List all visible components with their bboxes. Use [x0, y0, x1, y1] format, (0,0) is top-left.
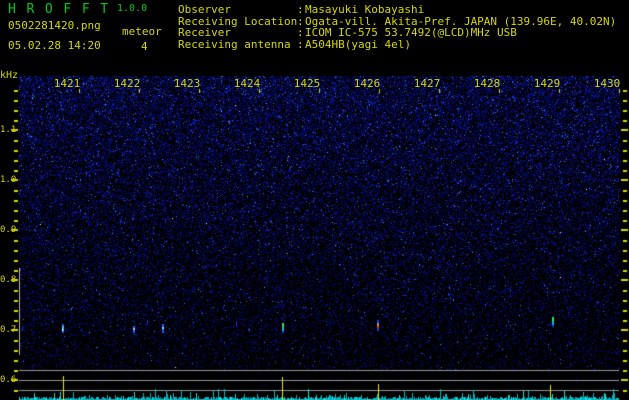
info-separator: : — [297, 3, 304, 17]
info-value: Ogata-vill. Akita-Pref. JAPAN (139.96E, … — [305, 14, 617, 28]
time-tick-label: 1427 — [413, 77, 441, 90]
info-row: Receiver: ICOM IC-575 53.7492(@LCD)MHz US… — [178, 27, 616, 39]
time-tick-label: 1424 — [233, 77, 261, 90]
time-tick-label: 1429 — [533, 77, 561, 90]
frequency-tick-label: 0.6 — [0, 375, 17, 385]
frequency-tick-label: 1.1 — [0, 125, 17, 135]
time-tick-label: 1428 — [473, 77, 501, 90]
hrofft-output-window: H R O F F T 1.0.0 0502281420.png meteor … — [0, 0, 629, 400]
info-label: Receiving antenna — [178, 37, 291, 51]
frequency-tick-label: 0.8 — [0, 275, 17, 285]
mode-label: meteor — [122, 25, 162, 38]
info-row: Receiving antenna: A504HB(yagi 4el) — [178, 39, 616, 51]
app-version: 1.0.0 — [117, 3, 148, 14]
info-label: Receiver — [178, 26, 231, 40]
time-tick-label: 1423 — [173, 77, 201, 90]
app-title: H R O F F T — [8, 2, 110, 17]
observation-info: Observer: Masayuki Kobayashi Receiving Loc… — [178, 4, 616, 50]
y-axis-unit-label: kHz — [0, 70, 19, 81]
time-tick-label: 1425 — [293, 77, 321, 90]
info-value: A504HB(yagi 4el) — [305, 37, 411, 51]
frequency-tick-label: 0.7 — [0, 325, 17, 335]
meteor-count-value: 4 — [141, 40, 148, 53]
info-value: ICOM IC-575 53.7492(@LCD)MHz USB — [305, 26, 517, 40]
observation-datetime: 05.02.28 14:20 — [8, 39, 101, 52]
info-separator: : — [297, 26, 304, 40]
time-tick-label: 1422 — [113, 77, 141, 90]
info-row: Observer: Masayuki Kobayashi — [178, 4, 616, 16]
info-separator: : — [297, 14, 304, 28]
info-separator: : — [297, 37, 304, 51]
time-tick-label: 1430 — [593, 77, 621, 90]
time-tick-label: 1421 — [53, 77, 81, 90]
time-tick-label: 1426 — [353, 77, 381, 90]
spectrogram-canvas — [0, 0, 629, 400]
info-value: Masayuki Kobayashi — [305, 3, 425, 17]
output-filename: 0502281420.png — [8, 19, 101, 32]
info-label: Receiving Location — [178, 14, 298, 28]
frequency-tick-label: 1.0 — [0, 175, 17, 185]
frequency-tick-label: 0.9 — [0, 225, 17, 235]
info-label: Observer — [178, 3, 231, 17]
